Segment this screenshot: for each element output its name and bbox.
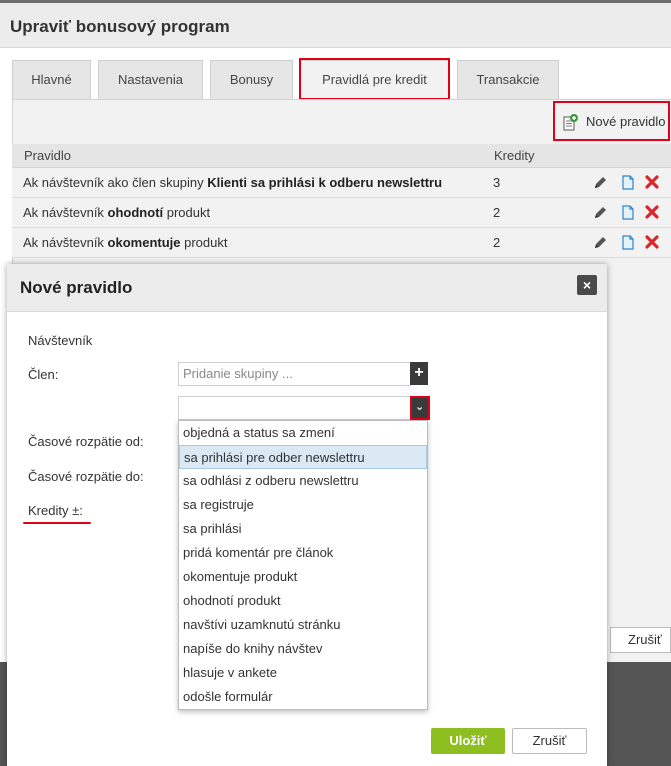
cancel-button[interactable]: Zrušiť [512, 728, 587, 754]
dropdown-option[interactable]: napíše do knihy návštev [179, 637, 427, 661]
dropdown-option[interactable]: sa registruje [179, 493, 427, 517]
table-row: Ak návštevník ohodnotí produkt 2 [12, 198, 671, 228]
delete-icon[interactable] [644, 204, 660, 221]
tab-bonuses[interactable]: Bonusy [210, 60, 293, 100]
rule-text: Ak návštevník okomentuje produkt [23, 235, 228, 250]
delete-icon[interactable] [644, 174, 660, 191]
dropdown-option[interactable]: sa odhlási z odberu newslettru [179, 469, 427, 493]
col-credits-header: Kredity [494, 148, 535, 163]
dropdown-option[interactable]: okomentuje produkt [179, 565, 427, 589]
page-title: Upraviť bonusový program [10, 17, 230, 36]
edit-icon[interactable] [592, 174, 608, 191]
action-dropdown: objedná a status sa zmení sa prihlási pr… [178, 420, 428, 710]
rule-text: Ak návštevník ohodnotí produkt [23, 205, 211, 220]
action-select[interactable] [178, 396, 430, 420]
credit-value: 3 [493, 175, 501, 190]
new-document-icon [563, 114, 578, 131]
tab-transactions[interactable]: Transakcie [457, 60, 559, 100]
rule-text: Ak návštevník ako člen skupiny Klienti s… [23, 175, 443, 190]
table-row: Ak návštevník okomentuje produkt 2 [12, 228, 671, 258]
member-label: Člen: [28, 367, 59, 382]
dialog-header: Nové pravidlo × [7, 264, 607, 312]
credits-underline [23, 522, 91, 524]
dropdown-option[interactable]: objedná a status sa zmení [179, 421, 427, 445]
new-rule-label: Nové pravidlo [586, 114, 666, 129]
new-rule-button[interactable]: Nové pravidlo [553, 101, 670, 141]
dropdown-option[interactable]: navštívi uzamknutú stránku [179, 613, 427, 637]
dropdown-option[interactable]: hlasuje v ankete [179, 661, 427, 685]
add-group-button[interactable]: + [410, 362, 428, 385]
credit-value: 2 [493, 235, 501, 250]
chevron-down-icon[interactable]: ⌄ [410, 396, 430, 420]
credit-value: 2 [493, 205, 501, 220]
dropdown-option[interactable]: ohodnotí produkt [179, 589, 427, 613]
credits-label: Kredity ±: [28, 503, 83, 518]
dropdown-option[interactable]: sa prihlási [179, 517, 427, 541]
col-rule-header: Pravidlo [24, 148, 71, 163]
edit-icon[interactable] [592, 234, 608, 251]
copy-icon[interactable] [620, 234, 636, 251]
dropdown-option-highlighted[interactable]: sa prihlási pre odber newslettru [179, 445, 427, 469]
dropdown-option[interactable]: pridá komentár pre článok [179, 541, 427, 565]
delete-icon[interactable] [644, 234, 660, 251]
dropdown-option[interactable]: odošle formulár [179, 685, 427, 709]
copy-icon[interactable] [620, 174, 636, 191]
close-icon[interactable]: × [577, 275, 597, 295]
time-from-label: Časové rozpätie od: [28, 434, 144, 449]
tab-main[interactable]: Hlavné [12, 60, 91, 100]
copy-icon[interactable] [620, 204, 636, 221]
tab-settings[interactable]: Nastavenia [98, 60, 203, 100]
save-button[interactable]: Uložiť [431, 728, 505, 754]
edit-icon[interactable] [592, 204, 608, 221]
time-to-label: Časové rozpätie do: [28, 469, 144, 484]
table-row: Ak návštevník ako člen skupiny Klienti s… [12, 168, 671, 198]
dialog-title: Nové pravidlo [20, 278, 133, 297]
visitor-label: Návštevník [28, 333, 93, 348]
group-input[interactable]: Pridanie skupiny ... [178, 362, 411, 386]
page-header: Upraviť bonusový program [0, 3, 671, 48]
new-rule-dialog: Nové pravidlo × Návštevník Člen: Pridani… [7, 264, 607, 766]
table-header: Pravidlo Kredity [12, 144, 671, 168]
tab-highlight [299, 58, 450, 100]
background-cancel-button[interactable]: Zrušiť [610, 627, 671, 653]
